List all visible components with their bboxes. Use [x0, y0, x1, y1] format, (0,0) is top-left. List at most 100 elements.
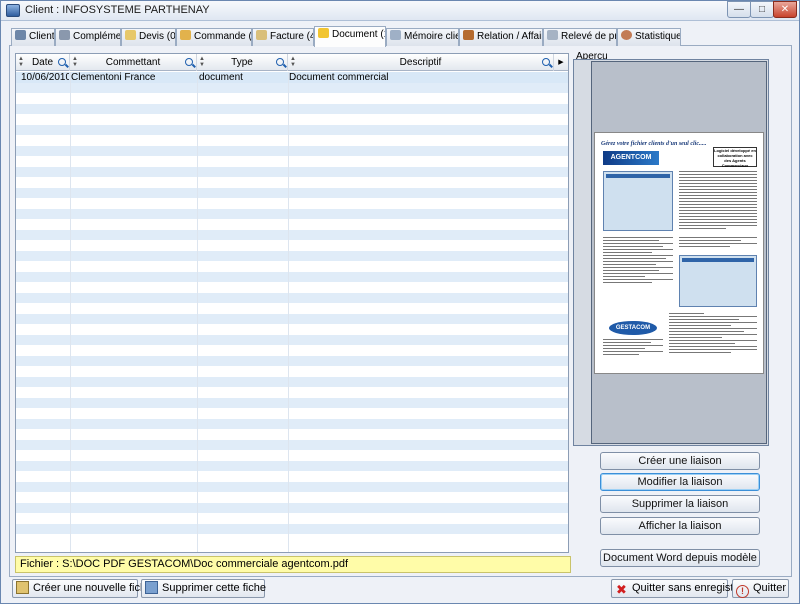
empty-row [16, 187, 568, 198]
title-bar[interactable]: Client : INFOSYSTEME PARTHENAY — □ ✕ [1, 1, 799, 21]
text-block [603, 339, 663, 357]
document-preview: Gérez votre fichier clients d'un seul cl… [594, 132, 764, 374]
tab-complement[interactable]: Complément [55, 28, 121, 46]
tab-label: Commande (34) [194, 31, 252, 42]
app-window: Client : INFOSYSTEME PARTHENAY — □ ✕ Cli… [0, 0, 800, 604]
empty-row [16, 513, 568, 524]
delete-link-button[interactable]: Supprimer la liaison [600, 495, 760, 513]
empty-row [16, 93, 568, 104]
agentcom-logo: AGENTCOM [603, 151, 659, 165]
column-header-date[interactable]: ▲ ▼ Date [16, 54, 70, 71]
show-link-button[interactable]: Afficher la liaison [600, 517, 760, 535]
invoice-icon [256, 30, 267, 40]
quit-without-saving-button[interactable]: ✖ Quitter sans enregistrer [611, 579, 747, 598]
empty-row [16, 145, 568, 156]
empty-row [16, 103, 568, 114]
button-label: Créer une nouvelle fiche [33, 582, 153, 594]
empty-row [16, 82, 568, 93]
grid-body: 10/06/2010 Clementoni France document Do… [16, 72, 568, 552]
tab-relation-affaire[interactable]: Relation / Affaire [459, 28, 543, 46]
text-block [679, 171, 757, 231]
column-header-commettant[interactable]: ▲ ▼ Commettant [70, 54, 197, 71]
sort-icon: ▲ ▼ [72, 56, 78, 68]
text-block [603, 237, 673, 285]
tab-statistiques[interactable]: Statistiques [617, 28, 681, 46]
tab-memoire-client[interactable]: Mémoire client [386, 28, 459, 46]
search-icon[interactable] [542, 58, 550, 66]
column-label: Date [31, 57, 54, 68]
empty-row [16, 460, 568, 471]
tab-label: Relevé de prix [561, 31, 617, 42]
screenshot-thumbnail [603, 171, 673, 231]
minimize-button[interactable]: — [727, 1, 751, 18]
empty-row [16, 208, 568, 219]
tab-label: Relation / Affaire [477, 31, 543, 42]
sort-icon: ▲ ▼ [199, 56, 205, 68]
tab-label: Facture (4) [270, 31, 313, 42]
empty-row [16, 261, 568, 272]
maximize-button[interactable]: □ [750, 1, 774, 18]
documents-grid[interactable]: ▲ ▼ Date ▲ ▼ Commettant ▲ ▼ Type ▲ ▼ Descrip… [15, 53, 569, 553]
button-label: Supprimer cette fiche [162, 582, 266, 594]
order-icon [180, 30, 191, 40]
close-button[interactable]: ✕ [773, 1, 797, 18]
tab-client[interactable]: Client [11, 28, 55, 46]
column-header-descriptif[interactable]: ▲ ▼ Descriptif [288, 54, 554, 71]
empty-row [16, 303, 568, 314]
text-block [669, 313, 757, 355]
empty-row [16, 471, 568, 482]
empty-row [16, 376, 568, 387]
empty-row [16, 198, 568, 209]
column-divider [197, 72, 198, 552]
empty-row [16, 135, 568, 146]
column-divider [288, 72, 289, 552]
sort-icon: ▲ ▼ [18, 56, 24, 68]
delete-record-button[interactable]: Supprimer cette fiche [141, 579, 266, 598]
tab-devis[interactable]: Devis (0) [121, 28, 176, 46]
tab-commande[interactable]: Commande (34) [176, 28, 252, 46]
create-link-button[interactable]: Créer une liaison [600, 452, 760, 470]
tab-releve-prix[interactable]: Relevé de prix [543, 28, 617, 46]
sort-icon: ▲ ▼ [290, 56, 296, 68]
button-label: Quitter sans enregistrer [632, 582, 747, 594]
new-document-icon [16, 581, 29, 594]
tab-label: Complément [73, 31, 121, 42]
column-label: Descriptif [399, 57, 442, 68]
tab-document[interactable]: Document (1) [314, 26, 386, 47]
empty-row [16, 177, 568, 188]
column-label: Commettant [105, 57, 161, 68]
empty-row [16, 240, 568, 251]
column-header-type[interactable]: ▲ ▼ Type [197, 54, 288, 71]
empty-row [16, 292, 568, 303]
power-icon: ! [736, 585, 749, 598]
table-row[interactable]: 10/06/2010 Clementoni France document Do… [16, 72, 568, 83]
new-record-button[interactable]: Créer une nouvelle fiche [12, 579, 152, 598]
quit-button[interactable]: ! Quitter [732, 579, 789, 598]
preview-doc-box: Logiciel développé en collaboration avec… [713, 147, 757, 168]
empty-row [16, 124, 568, 135]
empty-row [16, 166, 568, 177]
gestacom-logo: GESTACOM [609, 321, 657, 335]
tab-bar: Client Complément Devis (0) Commande (34… [11, 26, 791, 47]
preview-doc-title: Gérez votre fichier clients d'un seul cl… [601, 141, 707, 147]
tab-facture[interactable]: Facture (4) [252, 28, 314, 46]
tab-label: Devis (0) [139, 31, 176, 42]
tab-label: Mémoire client [404, 31, 458, 42]
empty-row [16, 156, 568, 167]
empty-row [16, 397, 568, 408]
scroll-right-icon[interactable]: ▶ [554, 54, 568, 71]
modify-link-button[interactable]: Modifier la liaison [600, 473, 760, 491]
screenshot-thumbnail [679, 255, 757, 307]
empty-row [16, 114, 568, 125]
word-document-button[interactable]: Document Word depuis modèle [600, 549, 760, 567]
search-icon[interactable] [276, 58, 284, 66]
app-icon [6, 4, 20, 17]
grid-header: ▲ ▼ Date ▲ ▼ Commettant ▲ ▼ Type ▲ ▼ Descrip… [16, 54, 568, 71]
folder-icon [318, 28, 329, 38]
search-icon[interactable] [185, 58, 193, 66]
empty-row [16, 492, 568, 503]
delete-document-icon [145, 581, 158, 594]
search-icon[interactable] [58, 58, 66, 66]
empty-row [16, 481, 568, 492]
empty-row [16, 334, 568, 345]
